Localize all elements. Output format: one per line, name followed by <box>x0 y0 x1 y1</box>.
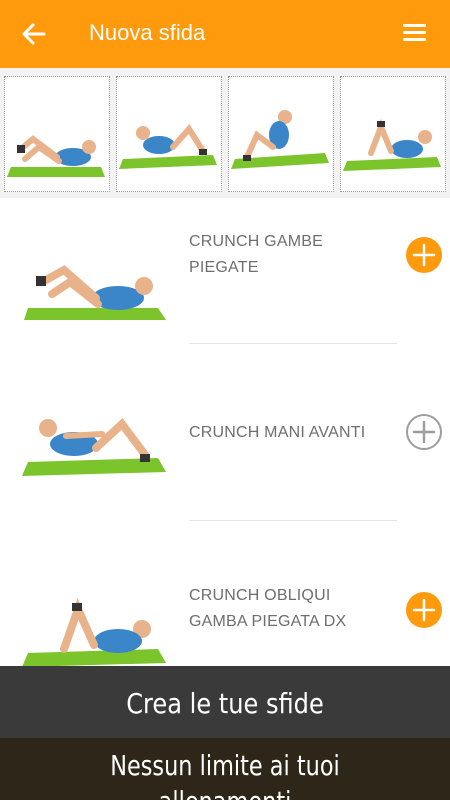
thumbnail-exercise-3[interactable] <box>228 76 334 192</box>
promo-banner-bottom: Nessun limite ai tuoi allenamenti <box>0 738 450 800</box>
page-title: Nuova sfida <box>89 20 206 45</box>
exercise-name: CRUNCH MANI AVANTI <box>189 424 366 441</box>
list-item[interactable]: CRUNCH MANI AVANTI <box>0 344 450 520</box>
list-item[interactable]: CRUNCH OBLIQUI GAMBA PIEGATA DX <box>0 521 450 667</box>
promo-banner-top: Crea le tue sfide <box>0 666 450 738</box>
back-button[interactable] <box>16 16 52 52</box>
exercise-illustration <box>22 598 166 667</box>
exercise-illustration <box>119 124 217 169</box>
exercise-illustration <box>22 418 166 476</box>
exercise-illustration <box>343 118 441 171</box>
arrow-left-icon <box>22 23 46 45</box>
exercise-illustration <box>7 135 105 177</box>
exercise-name: CRUNCH OBLIQUI GAMBA PIEGATA DX <box>189 587 347 630</box>
hamburger-menu-icon <box>403 24 426 27</box>
exercise-illustration <box>231 110 329 169</box>
app-bar: Nuova sfida <box>0 0 450 68</box>
thumbnail-exercise-2[interactable] <box>116 76 222 192</box>
banner-headline: Crea le tue sfide <box>126 687 324 720</box>
add-circle-icon[interactable] <box>405 591 443 629</box>
thumbnail-exercise-1[interactable] <box>4 76 110 192</box>
add-circle-outline-icon[interactable] <box>405 413 443 451</box>
list-item[interactable]: CRUNCH GAMBE PIEGATE <box>0 198 450 344</box>
add-circle-icon[interactable] <box>405 236 443 274</box>
exercise-thumbnail-strip <box>0 68 450 198</box>
banner-subheadline: Nessun limite ai tuoi allenamenti <box>110 749 340 800</box>
exercise-name: CRUNCH GAMBE PIEGATE <box>189 233 323 276</box>
menu-button[interactable] <box>396 17 432 49</box>
thumbnail-exercise-4[interactable] <box>340 76 446 192</box>
exercise-illustration <box>24 265 166 320</box>
